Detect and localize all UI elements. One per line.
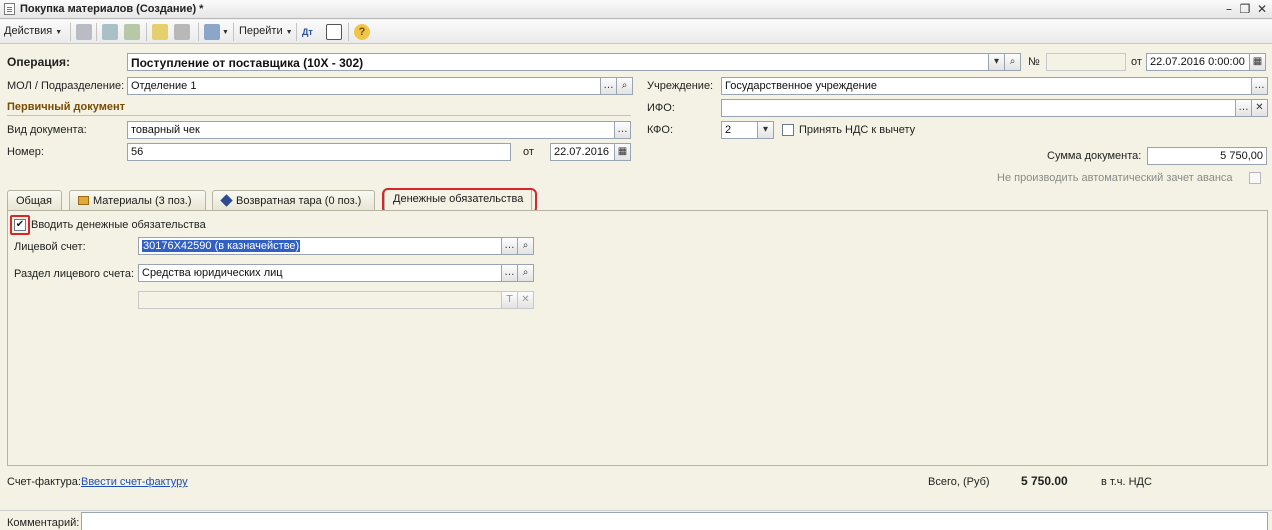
no-auto-offset-label: Не производить автоматический зачет аван…: [997, 172, 1233, 184]
total-label: Всего, (Руб): [928, 476, 990, 488]
ellipsis-icon[interactable]: …: [1235, 99, 1252, 117]
search-icon[interactable]: ⌕: [616, 77, 633, 95]
account-label: Лицевой счет:: [14, 241, 86, 253]
account-value: 30176Х42590 (в казначействе): [142, 240, 301, 252]
tab-return-tare[interactable]: Возвратная тара (0 поз.): [212, 190, 375, 211]
toolbar-separator: [70, 23, 71, 41]
help-icon[interactable]: ?: [354, 24, 370, 40]
footer-divider: [0, 510, 1272, 511]
calendar-icon[interactable]: ▦: [614, 143, 631, 161]
toolbar-separator: [233, 23, 234, 41]
chevron-down-icon[interactable]: ▾: [988, 53, 1005, 71]
comment-label: Комментарий:: [7, 517, 80, 529]
highlight-box: [10, 215, 30, 235]
chevron-down-icon[interactable]: ▾: [757, 121, 774, 139]
chevron-down-icon[interactable]: ▼: [222, 29, 229, 36]
sum-label: Сумма документа:: [1047, 150, 1142, 162]
ellipsis-icon[interactable]: …: [501, 264, 518, 282]
ifo-field[interactable]: [721, 99, 1236, 117]
mol-field[interactable]: Отделение 1: [127, 77, 601, 95]
operation-label: Операция:: [7, 55, 71, 69]
add-icon[interactable]: [76, 24, 92, 40]
copy-icon[interactable]: [102, 24, 118, 40]
toolbar-separator: [96, 23, 97, 41]
account-field[interactable]: 30176Х42590 (в казначействе): [138, 237, 502, 255]
post-icon[interactable]: [152, 24, 168, 40]
comment-field[interactable]: [81, 512, 1268, 530]
ellipsis-icon[interactable]: …: [614, 121, 631, 139]
ellipsis-icon[interactable]: …: [1251, 77, 1268, 95]
doc-number-field[interactable]: [1046, 53, 1126, 71]
enter-obligations-label: Вводить денежные обязательства: [31, 219, 206, 231]
package-icon: [220, 194, 233, 207]
sum-field[interactable]: 5 750,00: [1147, 147, 1267, 165]
goto-menu[interactable]: Перейти ▼: [239, 25, 293, 37]
tab-materials[interactable]: Материалы (3 поз.): [69, 190, 206, 211]
toolbar-separator: [348, 23, 349, 41]
create-based-on-icon[interactable]: [204, 24, 220, 40]
chevron-down-icon: ▼: [285, 29, 293, 36]
clear-icon[interactable]: ✕: [517, 291, 534, 309]
toolbar: Действия ▼ ▼ Перейти ▼ Дт ?: [0, 20, 1272, 44]
section-divider: [7, 115, 631, 116]
primary-date-field[interactable]: 22.07.2016: [550, 143, 615, 161]
ifo-label: ИФО:: [647, 102, 675, 114]
institution-field[interactable]: Государственное учреждение: [721, 77, 1252, 95]
kfo-field[interactable]: 2: [721, 121, 758, 139]
restore-icon[interactable]: ❐: [1238, 2, 1252, 16]
tab-general[interactable]: Общая: [7, 190, 62, 211]
doc-date-field[interactable]: 22.07.2016 0:00:00: [1146, 53, 1250, 71]
text-type-icon[interactable]: T: [501, 291, 518, 309]
clear-icon[interactable]: ✕: [1251, 99, 1268, 117]
primary-number-label: Номер:: [7, 146, 44, 158]
edit-icon[interactable]: [124, 24, 140, 40]
actions-menu-label: Действия: [4, 25, 53, 37]
vat-label: в т.ч. НДС: [1101, 476, 1152, 488]
toolbar-separator: [296, 23, 297, 41]
unpost-icon[interactable]: [174, 24, 190, 40]
no-auto-offset-checkbox[interactable]: [1249, 172, 1261, 184]
goto-menu-label: Перейти: [239, 25, 283, 37]
search-icon[interactable]: ⌕: [517, 237, 534, 255]
vat-deduct-checkbox[interactable]: [782, 124, 794, 136]
calendar-icon[interactable]: ▦: [1249, 53, 1266, 71]
report-icon[interactable]: [326, 24, 342, 40]
toolbar-separator: [146, 23, 147, 41]
operation-field[interactable]: Поступление от поставщика (10Х - 302): [127, 53, 989, 71]
tab-label: Материалы (3 поз.): [93, 195, 192, 207]
enter-invoice-link[interactable]: Ввести счет-фактуру: [81, 476, 188, 488]
tab-label: Возвратная тара (0 поз.): [236, 195, 362, 207]
doc-type-label: Вид документа:: [7, 124, 87, 136]
window-title: Покупка материалов (Создание) *: [20, 3, 204, 15]
mol-label: МОЛ / Подразделение:: [7, 80, 125, 92]
search-icon[interactable]: ⌕: [517, 264, 534, 282]
kfo-label: КФО:: [647, 124, 674, 136]
total-value: 5 750.00: [1021, 474, 1068, 488]
primary-doc-section-title: Первичный документ: [7, 101, 125, 113]
search-icon[interactable]: ⌕: [1004, 53, 1021, 71]
primary-date-label: от: [523, 146, 534, 158]
minimize-icon[interactable]: –: [1222, 2, 1236, 16]
dt-kt-icon[interactable]: Дт: [302, 24, 318, 40]
close-icon[interactable]: ✕: [1255, 2, 1269, 16]
document-icon: [4, 3, 15, 15]
ellipsis-icon[interactable]: …: [600, 77, 617, 95]
primary-number-field[interactable]: 56: [127, 143, 511, 161]
extra-field[interactable]: [138, 291, 502, 309]
doc-number-label: №: [1028, 56, 1040, 68]
institution-label: Учреждение:: [647, 80, 714, 92]
ellipsis-icon[interactable]: …: [501, 237, 518, 255]
tab-label: Общая: [16, 195, 52, 207]
invoice-label: Счет-фактура:: [7, 476, 81, 488]
account-section-field[interactable]: Средства юридических лиц: [138, 264, 502, 282]
doc-date-label: от: [1131, 56, 1142, 68]
toolbar-separator: [198, 23, 199, 41]
box-icon: [78, 196, 89, 205]
doc-type-field[interactable]: товарный чек: [127, 121, 615, 139]
vat-deduct-label: Принять НДС к вычету: [799, 124, 916, 136]
account-section-label: Раздел лицевого счета:: [14, 268, 135, 280]
chevron-down-icon: ▼: [55, 29, 63, 36]
title-bar: Покупка материалов (Создание) * – ❐ ✕: [0, 0, 1272, 19]
actions-menu[interactable]: Действия ▼: [4, 25, 62, 37]
